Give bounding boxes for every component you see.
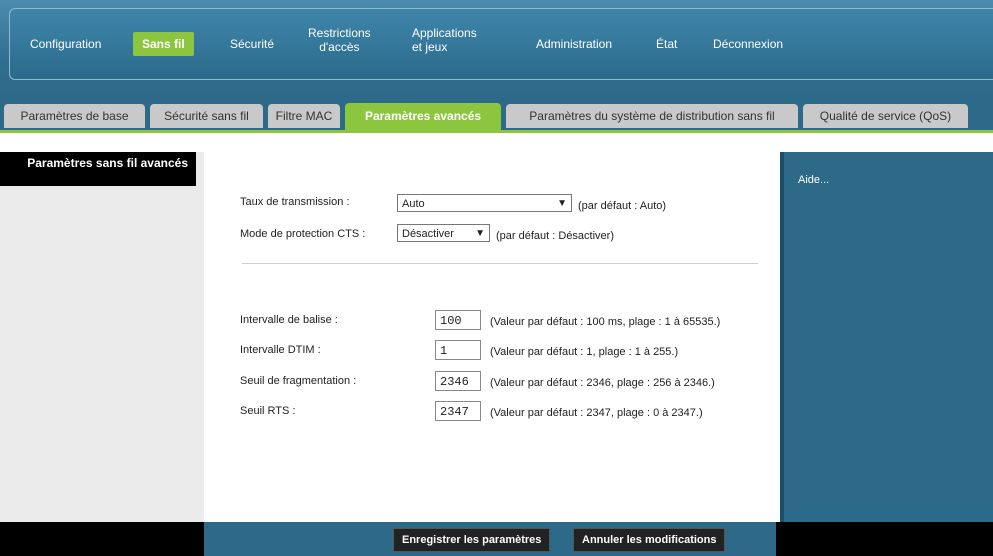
tab-securite-sans-fil[interactable]: Sécurité sans fil bbox=[150, 104, 263, 128]
cts-value: Désactiver bbox=[402, 228, 454, 240]
frag-hint: (Valeur par défaut : 2346, plage : 256 à… bbox=[490, 377, 715, 389]
menu-sans-fil[interactable]: Sans fil bbox=[133, 32, 194, 56]
save-button[interactable]: Enregistrer les paramètres bbox=[393, 528, 551, 552]
rts-input[interactable]: 2347 bbox=[435, 401, 481, 421]
top-menu: Configuration Sans fil Sécurité Restrict… bbox=[9, 8, 993, 80]
help-link[interactable]: Aide... bbox=[798, 174, 829, 186]
beacon-input[interactable]: 100 bbox=[435, 310, 481, 330]
dtim-input[interactable]: 1 bbox=[435, 340, 481, 360]
menu-securite[interactable]: Sécurité bbox=[230, 37, 274, 51]
tx-rate-label: Taux de transmission : bbox=[240, 196, 350, 208]
dropdown-arrow-icon: ▼ bbox=[475, 228, 485, 239]
menu-applications[interactable]: Applications et jeux bbox=[412, 26, 477, 54]
cancel-button[interactable]: Annuler les modifications bbox=[573, 528, 726, 552]
tx-rate-hint: (par défaut : Auto) bbox=[578, 200, 667, 212]
divider bbox=[242, 263, 758, 264]
menu-administration[interactable]: Administration bbox=[536, 37, 612, 51]
tx-rate-select[interactable]: Auto ▼ bbox=[397, 194, 572, 212]
tab-filtre-mac[interactable]: Filtre MAC bbox=[268, 104, 340, 128]
tab-qos[interactable]: Qualité de service (QoS) bbox=[803, 104, 968, 128]
menu-restrictions[interactable]: Restrictions d'accès bbox=[308, 26, 371, 54]
tx-rate-value: Auto bbox=[402, 198, 425, 210]
dtim-label: Intervalle DTIM : bbox=[240, 344, 321, 356]
rts-label: Seuil RTS : bbox=[240, 405, 296, 417]
frag-input[interactable]: 2346 bbox=[435, 371, 481, 391]
tab-parametres-avances[interactable]: Paramètres avancés bbox=[345, 103, 501, 130]
dtim-hint: (Valeur par défaut : 1, plage : 1 à 255.… bbox=[490, 346, 679, 358]
menu-etat[interactable]: État bbox=[656, 37, 677, 51]
beacon-label: Intervalle de balise : bbox=[240, 314, 338, 326]
section-title: Paramètres sans fil avancés bbox=[0, 152, 196, 186]
help-panel: Aide... bbox=[780, 152, 993, 522]
cts-hint: (par défaut : Désactiver) bbox=[496, 230, 614, 242]
menu-configuration[interactable]: Configuration bbox=[30, 37, 101, 51]
spacer bbox=[0, 133, 993, 152]
rts-hint: (Valeur par défaut : 2347, plage : 0 à 2… bbox=[490, 407, 703, 419]
left-nav: Paramètres sans fil avancés bbox=[0, 152, 204, 522]
menu-deconnexion[interactable]: Déconnexion bbox=[713, 37, 783, 51]
cts-label: Mode de protection CTS : bbox=[240, 228, 366, 240]
frag-label: Seuil de fragmentation : bbox=[240, 375, 357, 387]
dropdown-arrow-icon: ▼ bbox=[557, 198, 567, 209]
beacon-hint: (Valeur par défaut : 100 ms, plage : 1 à… bbox=[490, 316, 721, 328]
tab-parametres-de-base[interactable]: Paramètres de base bbox=[4, 104, 145, 128]
tab-systeme-distribution[interactable]: Paramètres du système de distribution sa… bbox=[506, 104, 798, 128]
cts-select[interactable]: Désactiver ▼ bbox=[397, 224, 490, 242]
